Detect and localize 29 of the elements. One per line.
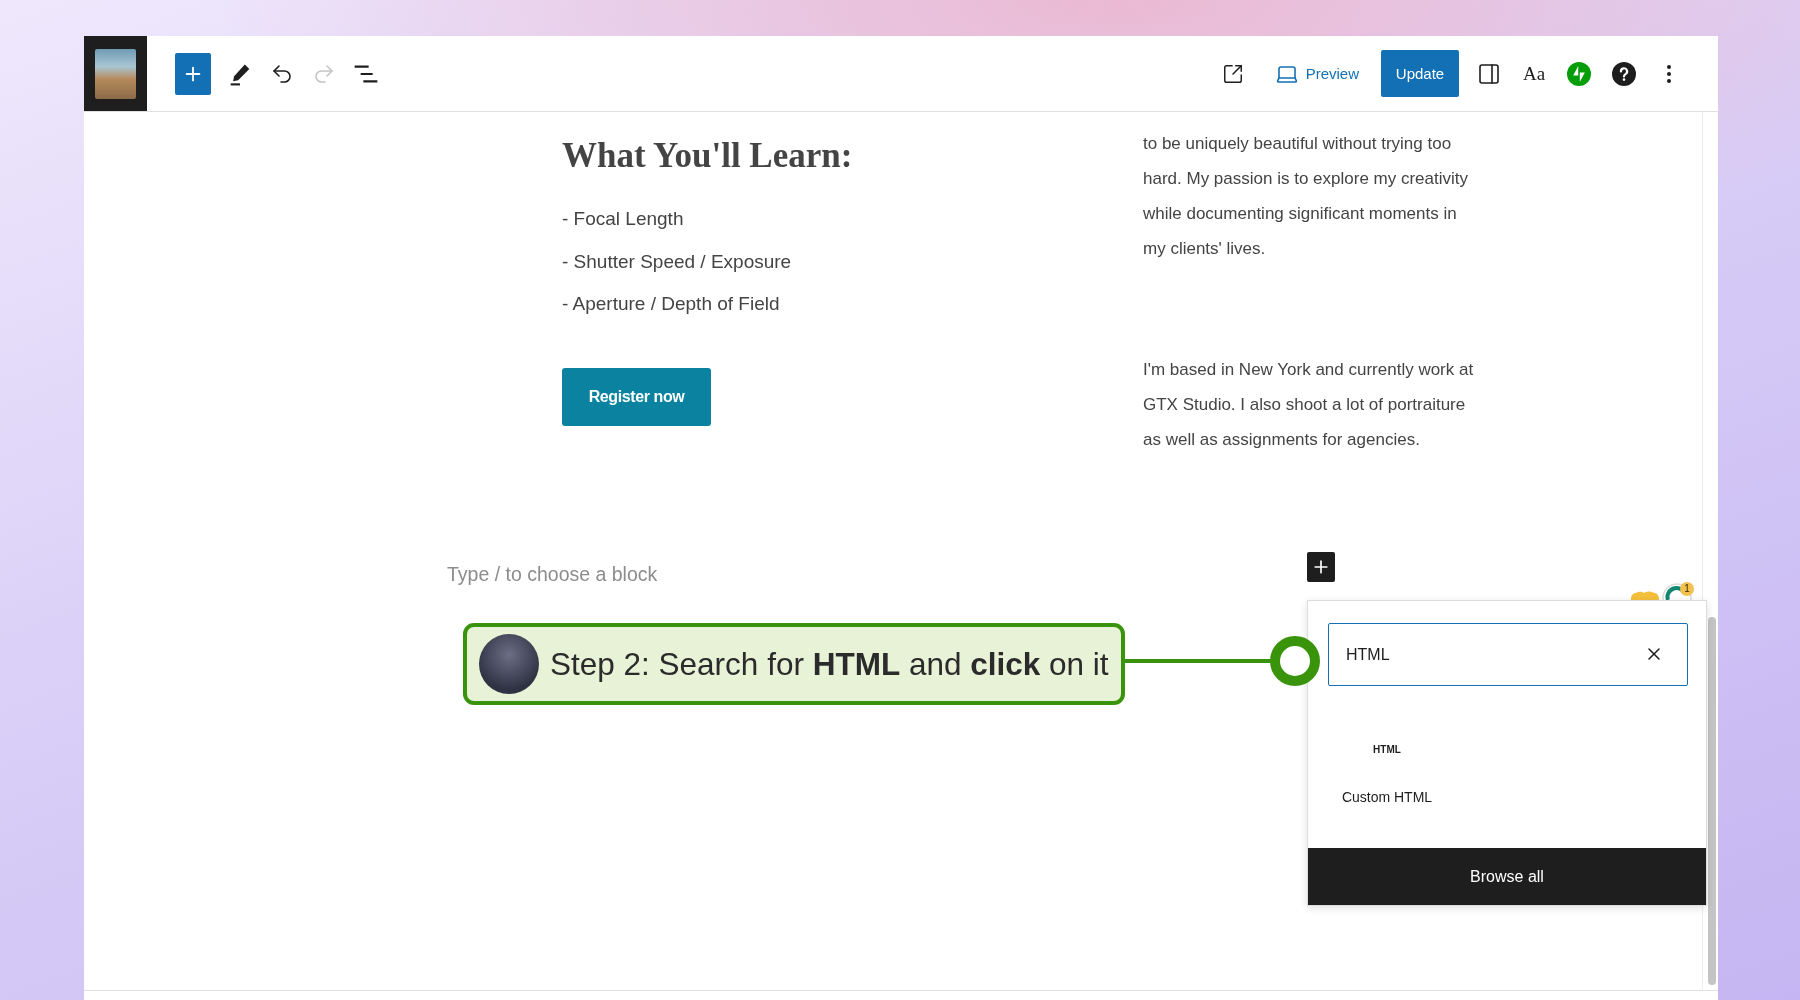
browse-all-button[interactable]: Browse all — [1308, 848, 1706, 905]
site-logo[interactable] — [84, 36, 147, 111]
block-icon-label: HTML — [1373, 743, 1401, 757]
update-button[interactable]: Update — [1381, 50, 1459, 97]
notification-badge: 1 — [1680, 582, 1694, 596]
external-link-icon — [1221, 62, 1244, 85]
list-line: - Aperture / Depth of Field — [562, 292, 781, 316]
sidebar-panel-icon — [1477, 61, 1501, 86]
more-vertical-icon — [1667, 64, 1671, 83]
register-button[interactable]: Register now — [562, 367, 711, 426]
photo-placeholder — [95, 48, 136, 99]
section-heading: What You'll Learn: — [562, 136, 853, 176]
search-field[interactable]: HTML — [1328, 623, 1688, 686]
block-result-item[interactable]: HTML Custom HTML — [1332, 720, 1442, 827]
scrollbar-thumb[interactable] — [1708, 617, 1716, 985]
body-paragraph: to be uniquely beautiful without trying too hard. My passion is to explore my creativity while documenting significant moments in my clients' lives. — [1143, 133, 1469, 260]
bolt-icon — [1567, 61, 1591, 86]
hand-icon — [1630, 591, 1660, 600]
list-view-icon — [354, 64, 378, 83]
styles-button[interactable]: Aa — [1516, 55, 1552, 92]
preview-button[interactable]: Preview — [1266, 55, 1367, 92]
avatar-placeholder — [479, 634, 539, 694]
help-icon — [1612, 61, 1636, 86]
block-inserter-button[interactable] — [1307, 552, 1335, 582]
add-block-button[interactable] — [175, 52, 211, 95]
list-line: - Focal Length — [562, 207, 685, 231]
list-line: - Shutter Speed / Exposure — [562, 249, 792, 274]
callout-text: Step 2: Search for HTML and click on it — [550, 645, 1109, 683]
body-paragraph: I'm based in New York and currently work at GTX Studio. I also shoot a lot of portraiture as well as assignments for agencies. — [1143, 359, 1475, 451]
